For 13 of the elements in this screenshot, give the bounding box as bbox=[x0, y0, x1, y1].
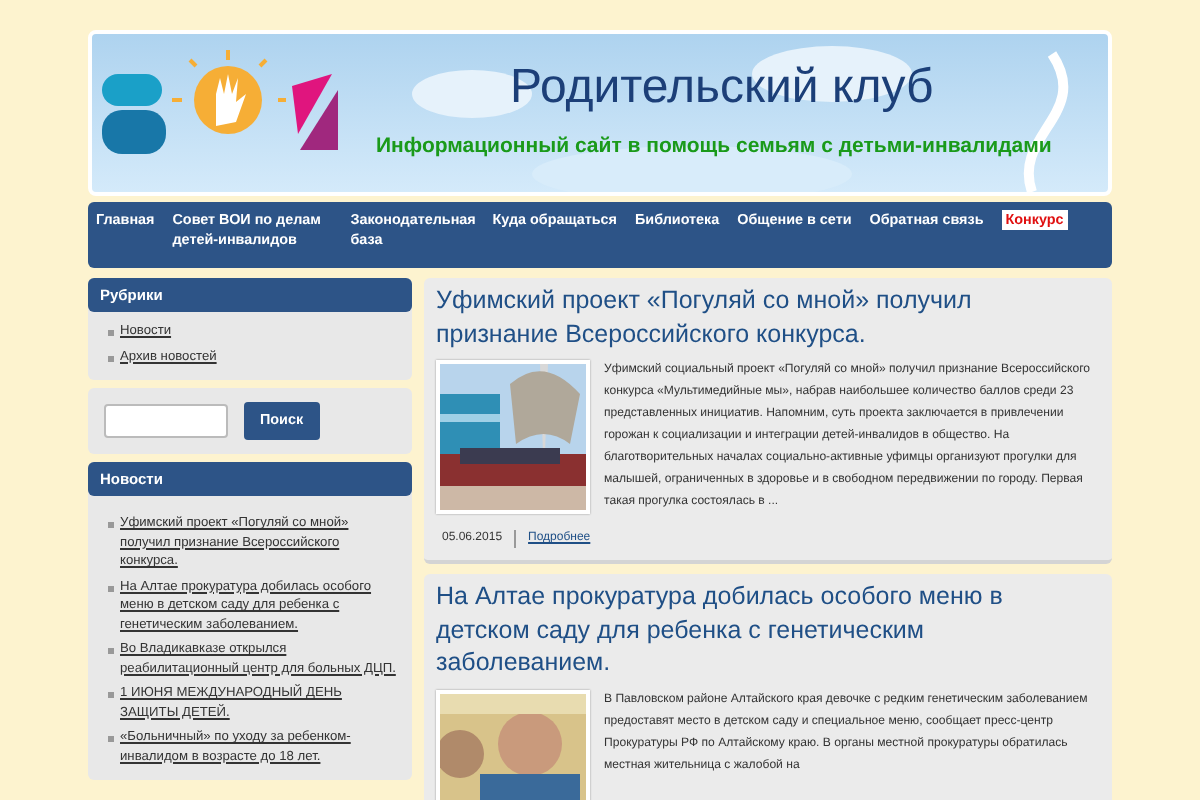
bullet-icon bbox=[108, 330, 114, 337]
logo-icon bbox=[102, 50, 342, 160]
bullet-icon bbox=[108, 692, 114, 699]
article-title[interactable]: На Алтае прокуратура добилась особого меню в детском саду для ребенка с генетическим заболеванием. bbox=[436, 580, 1100, 679]
article-title[interactable]: Уфимский проект «Погуляй со мной» получил признание Всероссийского конкурса. bbox=[436, 284, 1100, 350]
site-title: Родительский клуб bbox=[510, 62, 934, 115]
bullet-icon bbox=[108, 585, 114, 592]
bullet-icon bbox=[108, 355, 114, 362]
bullet-icon bbox=[108, 736, 114, 743]
search-field[interactable] bbox=[104, 404, 228, 439]
site-subtitle: Информационный сайт в помощь семьям с детьми-инвалидами bbox=[376, 132, 1052, 162]
bullet-icon bbox=[108, 522, 114, 529]
bullet-icon bbox=[108, 648, 114, 655]
